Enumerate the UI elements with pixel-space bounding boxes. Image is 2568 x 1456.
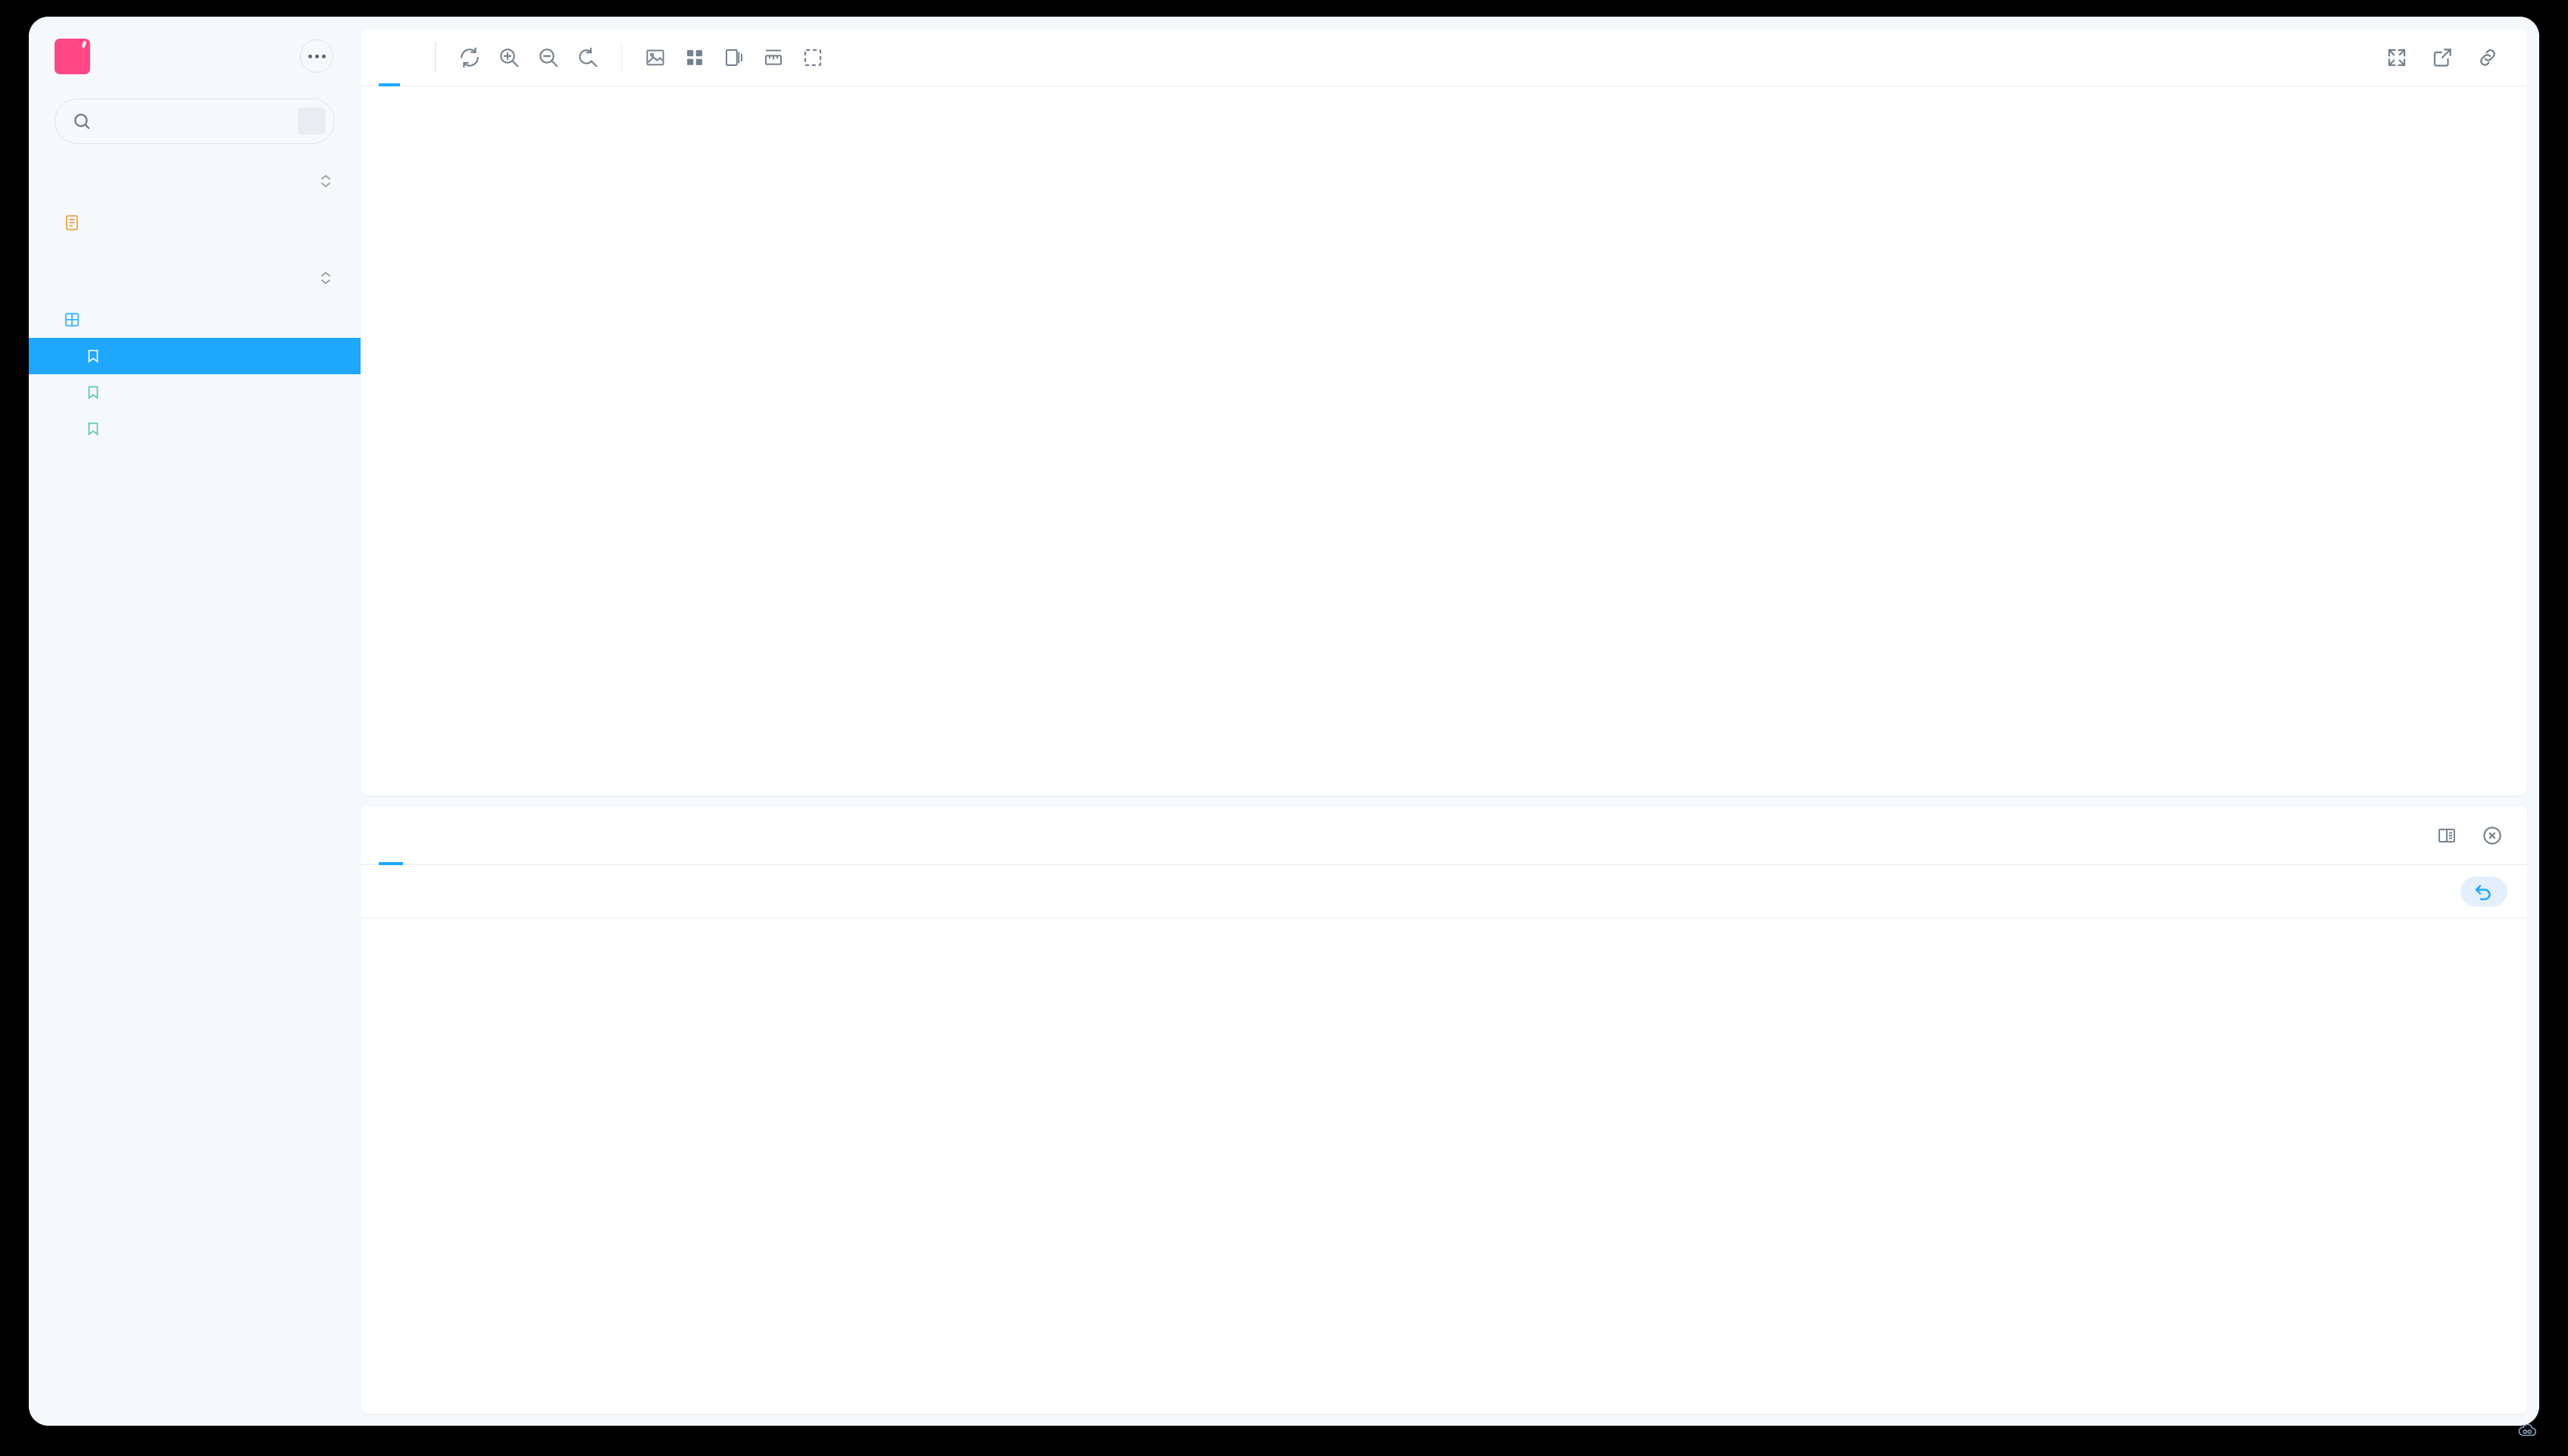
- remount-icon[interactable]: [450, 38, 489, 77]
- controls-table: [361, 865, 2527, 918]
- zoom-in-icon[interactable]: [489, 38, 529, 77]
- component-icon: [61, 311, 83, 329]
- story-bookmark-icon: [82, 348, 105, 364]
- toolbar-right-group: [2377, 38, 2507, 77]
- preview-card: [361, 29, 2527, 795]
- search-input[interactable]: [55, 98, 335, 144]
- sidebar-section-component[interactable]: [29, 258, 361, 302]
- addon-panel: [361, 806, 2527, 1414]
- story-bookmark-icon: [82, 420, 105, 437]
- grid-icon[interactable]: [675, 38, 714, 77]
- measure-icon[interactable]: [754, 38, 793, 77]
- storybook-logo-icon: [55, 38, 90, 74]
- addon-right-group: [2432, 820, 2507, 851]
- logo-tick: [81, 40, 87, 48]
- panel-position-icon[interactable]: [2432, 820, 2462, 851]
- sidebar-item-basic-usage[interactable]: [29, 338, 361, 374]
- outline-icon[interactable]: [793, 38, 833, 77]
- vendor-watermark: [2516, 1422, 2545, 1444]
- zoom-out-icon[interactable]: [529, 38, 568, 77]
- viewport-icon[interactable]: [714, 38, 754, 77]
- toolbar-divider: [435, 42, 436, 73]
- sidebar-item-argoicon[interactable]: [29, 302, 361, 338]
- reset-controls-icon[interactable]: [2460, 876, 2507, 907]
- sidebar: [29, 17, 361, 1426]
- toolbar-divider: [620, 42, 622, 73]
- brand-row[interactable]: [29, 17, 361, 95]
- search-shortcut-key: [298, 108, 325, 135]
- story-bookmark-icon: [82, 384, 105, 401]
- storybook-window: [29, 17, 2539, 1426]
- sidebar-item-iconfont-project[interactable]: [29, 411, 361, 447]
- tab-canvas[interactable]: [379, 29, 400, 86]
- tab-controls[interactable]: [379, 806, 403, 865]
- sidebar-item-on-demand[interactable]: [29, 374, 361, 411]
- tab-interactions[interactable]: [427, 806, 451, 865]
- main-area: [361, 17, 2539, 1426]
- tab-docs[interactable]: [400, 29, 421, 86]
- collapse-icon[interactable]: [317, 269, 335, 290]
- tab-actions[interactable]: [403, 806, 427, 865]
- open-in-new-tab-icon[interactable]: [2423, 38, 2462, 77]
- addon-tabs: [361, 806, 2527, 865]
- search-icon: [72, 111, 92, 131]
- collapse-icon[interactable]: [317, 172, 335, 193]
- cloud-icon: [2516, 1422, 2539, 1444]
- ellipsis-icon[interactable]: [300, 39, 333, 73]
- copy-link-icon[interactable]: [2468, 38, 2507, 77]
- background-image-icon[interactable]: [636, 38, 675, 77]
- sidebar-item-quickstart[interactable]: [29, 205, 361, 241]
- fullscreen-icon[interactable]: [2377, 38, 2416, 77]
- zoom-reset-icon[interactable]: [568, 38, 608, 77]
- close-panel-icon[interactable]: [2477, 820, 2507, 851]
- sidebar-section-introduce[interactable]: [29, 161, 361, 205]
- controls-table-header: [361, 865, 2527, 918]
- icon-grid: [361, 86, 2527, 795]
- document-icon: [61, 214, 83, 232]
- canvas-toolbar: [361, 29, 2527, 86]
